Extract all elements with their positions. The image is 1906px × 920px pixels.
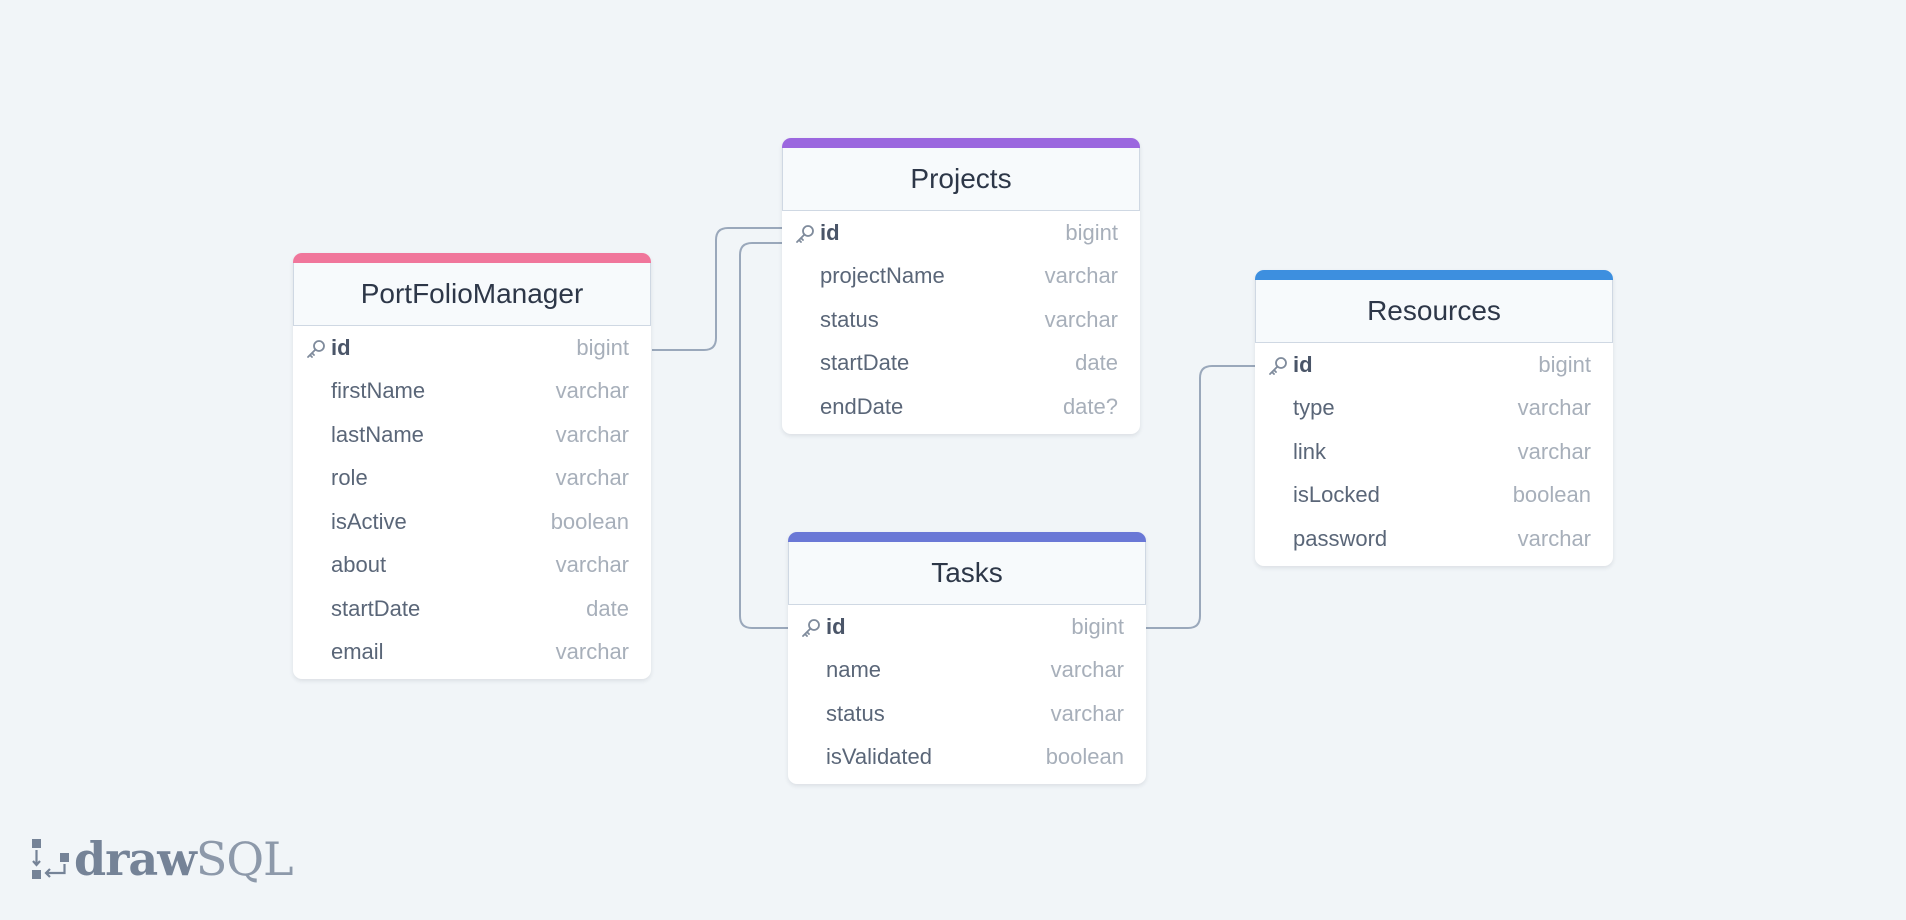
column-type: varchar bbox=[555, 378, 629, 404]
column-name: link bbox=[1293, 438, 1327, 464]
column-name: type bbox=[1293, 395, 1335, 421]
column-name: id bbox=[1293, 351, 1313, 377]
column-name: about bbox=[331, 552, 387, 578]
column-list: id bigint type varchar link varchar isLocked bo… bbox=[1255, 343, 1613, 566]
logo-word-draw: draw bbox=[74, 832, 197, 886]
column-row-id[interactable]: id bigint bbox=[293, 326, 651, 370]
column-list: id bigint name varchar status varchar isValida… bbox=[788, 605, 1146, 784]
relation-portfoliomanager-projects bbox=[652, 227, 782, 351]
column-name: role bbox=[331, 465, 368, 491]
column-row-email[interactable]: email varchar bbox=[293, 631, 651, 675]
column-type: varchar bbox=[555, 465, 629, 491]
column-type: bigint bbox=[1538, 351, 1591, 377]
drawsql-logo-icon bbox=[32, 839, 69, 879]
table-projects[interactable]: Projects id bigint projectName varchar status… bbox=[782, 138, 1140, 434]
column-type: bigint bbox=[1065, 219, 1118, 245]
column-row-type[interactable]: type varchar bbox=[1255, 387, 1613, 431]
column-type: varchar bbox=[1517, 395, 1591, 421]
table-title[interactable]: Projects bbox=[782, 148, 1140, 211]
column-row-id[interactable]: id bigint bbox=[788, 605, 1146, 649]
column-list: id bigint projectName varchar status varchar s… bbox=[782, 211, 1140, 434]
column-row-password[interactable]: password varchar bbox=[1255, 517, 1613, 561]
column-row-status[interactable]: status varchar bbox=[788, 692, 1146, 736]
column-name: startDate bbox=[820, 350, 910, 376]
drawsql-logo: draw SQL bbox=[30, 832, 294, 886]
column-row-link[interactable]: link varchar bbox=[1255, 430, 1613, 474]
primary-key-icon bbox=[802, 619, 820, 637]
column-row-about[interactable]: about varchar bbox=[293, 544, 651, 588]
column-row-projectname[interactable]: projectName varchar bbox=[782, 255, 1140, 299]
column-row-lastname[interactable]: lastName varchar bbox=[293, 413, 651, 457]
table-title[interactable]: PortFolioManager bbox=[293, 263, 651, 326]
column-row-enddate[interactable]: endDate date? bbox=[782, 385, 1140, 429]
column-name: endDate bbox=[820, 393, 904, 419]
column-name: isValidated bbox=[826, 744, 932, 770]
column-type: varchar bbox=[1517, 525, 1591, 551]
table-resources[interactable]: Resources id bigint type varchar link varchar i… bbox=[1255, 270, 1613, 566]
table-tasks[interactable]: Tasks id bigint name varchar status varchar isV… bbox=[788, 532, 1146, 784]
column-row-role[interactable]: role varchar bbox=[293, 457, 651, 501]
column-type: varchar bbox=[1044, 263, 1118, 289]
primary-key-icon bbox=[796, 225, 814, 243]
column-type: varchar bbox=[555, 552, 629, 578]
column-type: bigint bbox=[1071, 613, 1124, 639]
table-title[interactable]: Tasks bbox=[788, 542, 1146, 605]
column-type: varchar bbox=[1044, 306, 1118, 332]
column-type: varchar bbox=[555, 421, 629, 447]
column-row-id[interactable]: id bigint bbox=[782, 211, 1140, 255]
column-row-firstname[interactable]: firstName varchar bbox=[293, 370, 651, 414]
column-type: date? bbox=[1062, 393, 1118, 419]
relation-tasks-resources bbox=[1146, 365, 1255, 629]
column-row-name[interactable]: name varchar bbox=[788, 649, 1146, 693]
column-type: varchar bbox=[555, 639, 629, 665]
primary-key-icon bbox=[307, 340, 325, 358]
column-type: varchar bbox=[1050, 657, 1124, 683]
column-row-id[interactable]: id bigint bbox=[1255, 343, 1613, 387]
column-list: id bigint firstName varchar lastName varchar r… bbox=[293, 326, 651, 679]
column-type: boolean bbox=[1045, 744, 1124, 770]
table-color-bar bbox=[1255, 270, 1613, 280]
column-row-isactive[interactable]: isActive boolean bbox=[293, 500, 651, 544]
column-name: status bbox=[820, 306, 879, 332]
column-name: isLocked bbox=[1293, 482, 1380, 508]
column-type: date bbox=[586, 595, 629, 621]
column-row-startdate[interactable]: startDate date bbox=[293, 587, 651, 631]
column-name: status bbox=[826, 700, 885, 726]
column-name: email bbox=[331, 639, 384, 665]
column-name: startDate bbox=[331, 595, 421, 621]
table-color-bar bbox=[788, 532, 1146, 542]
column-type: date bbox=[1075, 350, 1118, 376]
column-name: id bbox=[820, 219, 840, 245]
table-portfoliomanager[interactable]: PortFolioManager id bigint firstName varchar… bbox=[293, 253, 651, 679]
column-name: id bbox=[331, 334, 351, 360]
column-type: varchar bbox=[1050, 700, 1124, 726]
column-name: password bbox=[1293, 525, 1388, 551]
column-name: id bbox=[826, 613, 846, 639]
table-color-bar bbox=[782, 138, 1140, 148]
primary-key-icon bbox=[1269, 357, 1287, 375]
column-type: boolean bbox=[1512, 482, 1591, 508]
column-type: boolean bbox=[550, 508, 629, 534]
column-row-islocked[interactable]: isLocked boolean bbox=[1255, 474, 1613, 518]
column-row-isvalidated[interactable]: isValidated boolean bbox=[788, 736, 1146, 780]
column-name: name bbox=[826, 657, 882, 683]
relation-projects-tasks bbox=[739, 242, 788, 629]
column-name: lastName bbox=[331, 421, 424, 447]
logo-word-sql: SQL bbox=[195, 832, 294, 886]
table-title[interactable]: Resources bbox=[1255, 280, 1613, 343]
column-name: projectName bbox=[820, 263, 945, 289]
column-name: firstName bbox=[331, 378, 426, 404]
column-type: bigint bbox=[576, 334, 629, 360]
column-name: isActive bbox=[331, 508, 407, 534]
column-row-status[interactable]: status varchar bbox=[782, 298, 1140, 342]
column-row-startdate[interactable]: startDate date bbox=[782, 342, 1140, 386]
column-type: varchar bbox=[1517, 438, 1591, 464]
table-color-bar bbox=[293, 253, 651, 263]
